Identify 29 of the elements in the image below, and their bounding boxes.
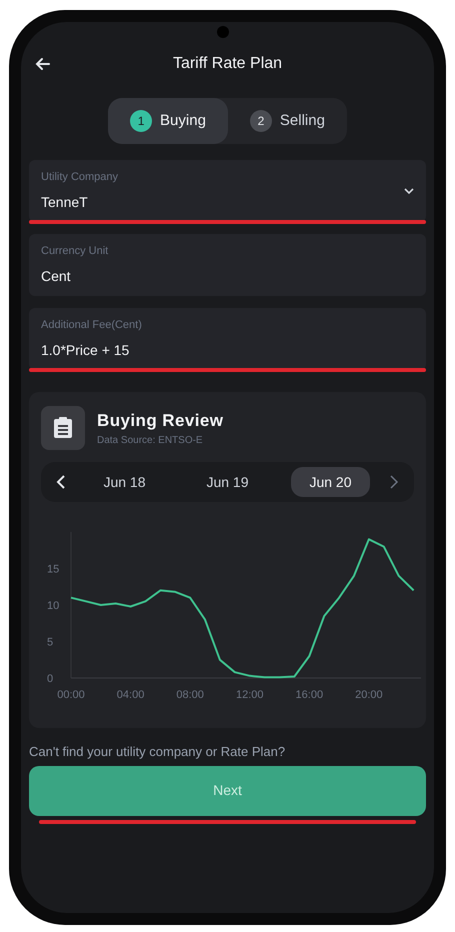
x-tick-label: 12:00 — [236, 689, 264, 701]
x-tick-label: 00:00 — [57, 689, 85, 701]
camera-icon — [217, 26, 229, 38]
page-title: Tariff Rate Plan — [172, 54, 284, 74]
input-field[interactable]: Currency Unit Cent — [29, 234, 426, 296]
date-tab[interactable]: Jun 18 — [85, 467, 164, 497]
y-tick-label: 10 — [47, 600, 60, 612]
step-tab[interactable]: 2 Selling — [228, 98, 347, 144]
data-source: Data Source: ENTSO-E — [97, 434, 204, 448]
y-tick-label: 0 — [47, 673, 54, 685]
step-number: 1 — [130, 110, 152, 132]
x-tick-label: 16:00 — [296, 689, 324, 701]
card-title: Buying Review — [97, 410, 224, 432]
input-field[interactable]: Additional Fee(Cent) 1.0*Price + 15 — [29, 308, 426, 370]
x-tick-label: 08:00 — [176, 689, 204, 701]
x-tick-label: 04:00 — [116, 689, 144, 701]
y-tick-label: 5 — [47, 636, 54, 648]
x-tick-label: 20:00 — [355, 689, 383, 701]
help-link[interactable]: Can't find your utility company or Rate Plan? — [29, 742, 426, 762]
y-tick-label: 15 — [47, 564, 60, 576]
date-tab[interactable]: Jun 20 — [291, 467, 370, 497]
date-tab[interactable]: Jun 19 — [188, 467, 267, 497]
clipboard-icon — [41, 406, 85, 450]
select-field[interactable]: Utility Company TenneT — [29, 160, 426, 222]
step-label: Buying — [160, 110, 206, 131]
step-label: Selling — [280, 110, 325, 131]
step-number: 2 — [250, 110, 272, 132]
step-tab[interactable]: 1 Buying — [108, 98, 228, 144]
chevron-down-icon — [404, 188, 414, 194]
